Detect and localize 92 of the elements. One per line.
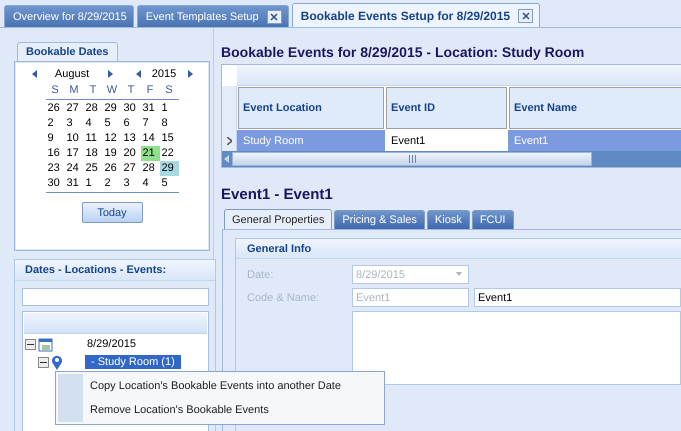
weekday-label: T bbox=[88, 84, 98, 98]
previous-month-button[interactable] bbox=[30, 69, 38, 79]
calendar-day[interactable]: 6 bbox=[122, 116, 140, 131]
calendar-day[interactable]: 13 bbox=[122, 131, 140, 146]
close-icon bbox=[522, 12, 530, 20]
calendar-day[interactable]: 2 bbox=[46, 116, 64, 131]
scrollbar-thumb[interactable] bbox=[232, 152, 592, 166]
weekday-label: T bbox=[126, 84, 136, 98]
calendar-day[interactable]: 1 bbox=[84, 176, 102, 191]
calendar-day[interactable]: 2 bbox=[102, 176, 122, 191]
column-header[interactable]: Event ID bbox=[386, 87, 507, 129]
calendar-day[interactable]: 9 bbox=[46, 131, 64, 146]
tree-node[interactable]: - Study Room (1) bbox=[85, 355, 181, 369]
calendar-day[interactable]: 28 bbox=[140, 161, 160, 176]
tab[interactable]: FCUI bbox=[472, 210, 514, 229]
panel-title: Dates - Locations - Events: bbox=[15, 260, 215, 281]
right-arrow-icon bbox=[188, 70, 192, 78]
right-arrow-icon bbox=[108, 70, 112, 78]
collapse-toggle[interactable] bbox=[25, 338, 36, 350]
tab[interactable]: Kiosk bbox=[426, 210, 470, 229]
calendar-day[interactable]: 11 bbox=[84, 131, 102, 146]
weekday-label: M bbox=[68, 84, 80, 98]
calendar-day[interactable]: 7 bbox=[140, 116, 160, 131]
calendar-day[interactable]: 30 bbox=[122, 101, 140, 116]
calendar-day[interactable]: 27 bbox=[64, 101, 84, 116]
calendar-day[interactable]: 28 bbox=[84, 101, 102, 116]
calendar-day[interactable]: 20 bbox=[122, 146, 140, 161]
calendar-day[interactable]: 4 bbox=[84, 116, 102, 131]
next-year-button[interactable] bbox=[186, 69, 194, 79]
group-title: General Info bbox=[236, 239, 681, 259]
weekday-label: S bbox=[164, 84, 174, 98]
calendar-day[interactable]: 30 bbox=[46, 176, 64, 191]
calendar-day[interactable]: 16 bbox=[46, 146, 64, 161]
calendar-day[interactable]: 3 bbox=[64, 116, 84, 131]
column-header[interactable]: Event Name bbox=[509, 87, 681, 129]
calendar-day[interactable]: 23 bbox=[46, 161, 64, 176]
calendar-day[interactable]: 24 bbox=[64, 161, 84, 176]
tab[interactable]: General Properties bbox=[224, 209, 332, 229]
calendar-day[interactable]: 1 bbox=[160, 101, 178, 116]
name-field[interactable]: Event1 bbox=[474, 288, 681, 307]
year-label: 2015 bbox=[150, 68, 178, 80]
calendar-day[interactable]: 8 bbox=[160, 116, 178, 131]
grip-icon bbox=[408, 155, 416, 163]
next-month-button[interactable] bbox=[106, 69, 114, 79]
left-arrow-icon bbox=[136, 70, 140, 78]
search-field[interactable] bbox=[22, 288, 209, 306]
calendar-day[interactable]: 27 bbox=[122, 161, 140, 176]
weekday-label: F bbox=[146, 84, 154, 98]
column-header[interactable]: Event Location bbox=[238, 87, 384, 129]
calendar-day[interactable]: 12 bbox=[102, 131, 122, 146]
calendar-day[interactable]: 4 bbox=[140, 176, 160, 191]
calendar-day[interactable]: 31 bbox=[140, 101, 160, 116]
calendar-day[interactable]: 31 bbox=[64, 176, 84, 191]
calendar-day[interactable]: 15 bbox=[160, 131, 178, 146]
calendar-day[interactable]: 19 bbox=[102, 146, 122, 161]
weekday-label: W bbox=[106, 84, 118, 98]
calendar-day[interactable]: 17 bbox=[64, 146, 84, 161]
today-button[interactable]: Today bbox=[82, 202, 142, 223]
close-button[interactable] bbox=[266, 10, 282, 24]
weekday-label: S bbox=[50, 84, 60, 98]
calendar-icon bbox=[38, 336, 53, 352]
events-title: Bookable Events for 8/29/2015 - Location: Study Room bbox=[221, 43, 586, 60]
left-arrow-icon bbox=[32, 70, 36, 78]
table-cell: Event1 bbox=[508, 130, 681, 151]
calendar-day[interactable]: 26 bbox=[46, 101, 64, 116]
tree-node[interactable]: 8/29/2015 bbox=[81, 337, 142, 351]
calendar-day[interactable]: 5 bbox=[102, 116, 122, 131]
calendar-day[interactable]: 10 bbox=[64, 131, 84, 146]
horizontal-scrollbar[interactable] bbox=[222, 151, 681, 167]
event-title: Event1 - Event1 bbox=[221, 185, 334, 203]
close-icon bbox=[270, 12, 278, 20]
calendar-day[interactable]: 18 bbox=[84, 146, 102, 161]
document-tab[interactable]: Bookable Events Setup for 8/29/2015 bbox=[292, 3, 540, 27]
calendar-day[interactable]: 29 bbox=[102, 101, 122, 116]
calendar-day[interactable]: 14 bbox=[140, 131, 160, 146]
month-label: August bbox=[54, 68, 90, 80]
document-tab[interactable]: Event Templates Setup bbox=[136, 5, 289, 27]
tab[interactable]: Pricing & Sales bbox=[334, 210, 425, 229]
calendar-day[interactable]: 22 bbox=[160, 146, 178, 161]
calendar-day[interactable]: 21 bbox=[140, 146, 160, 161]
calendar-day[interactable]: 5 bbox=[160, 176, 178, 191]
calendar-day[interactable]: 25 bbox=[84, 161, 102, 176]
calendar-day[interactable]: 3 bbox=[122, 176, 140, 191]
calendar-day[interactable]: 29 bbox=[160, 161, 178, 176]
table-cell: Study Room bbox=[237, 130, 385, 151]
previous-year-button[interactable] bbox=[134, 69, 142, 79]
panel-tab[interactable]: Bookable Dates bbox=[17, 42, 118, 61]
collapse-toggle[interactable] bbox=[38, 356, 49, 368]
close-button[interactable] bbox=[518, 8, 534, 22]
document-tab[interactable]: Overview for 8/29/2015 bbox=[4, 5, 134, 27]
row-pointer-icon bbox=[226, 136, 232, 144]
calendar-day[interactable]: 26 bbox=[102, 161, 122, 176]
